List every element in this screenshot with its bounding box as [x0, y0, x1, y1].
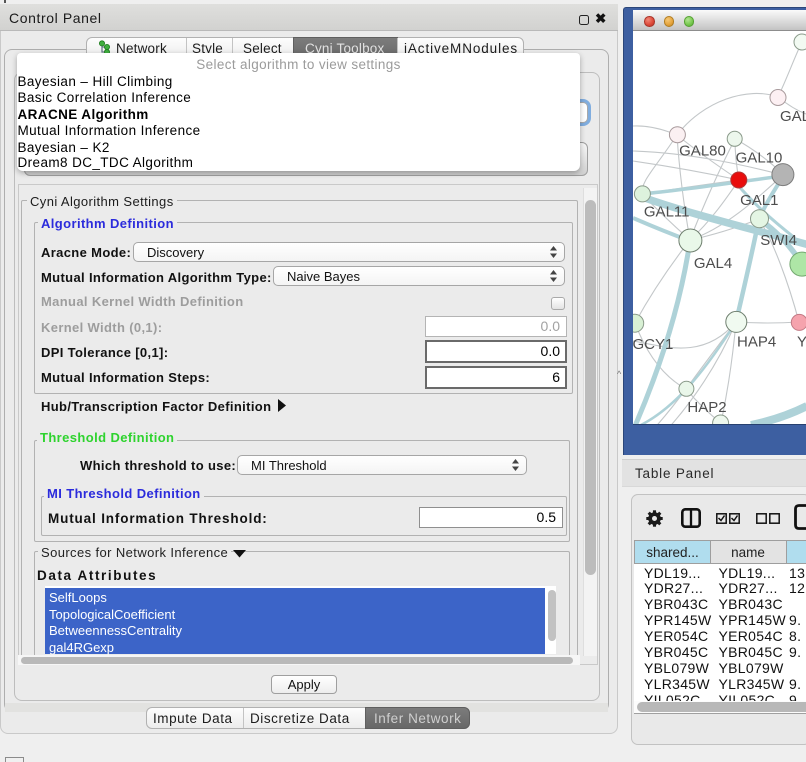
svg-text:GAL80: GAL80	[679, 143, 726, 160]
svg-text:SWI4: SWI4	[760, 232, 797, 249]
svg-text:GAL11: GAL11	[644, 203, 690, 220]
svg-text:GAL7: GAL7	[780, 108, 806, 125]
svg-text:GAL10: GAL10	[736, 150, 783, 167]
svg-text:GAL4: GAL4	[694, 255, 732, 272]
svg-text:GAL1: GAL1	[740, 192, 778, 209]
svg-text:GCY1: GCY1	[633, 336, 673, 353]
svg-text:YJ: YJ	[797, 334, 806, 351]
svg-text:HAP2: HAP2	[687, 399, 726, 416]
svg-text:HAP4: HAP4	[737, 334, 776, 351]
